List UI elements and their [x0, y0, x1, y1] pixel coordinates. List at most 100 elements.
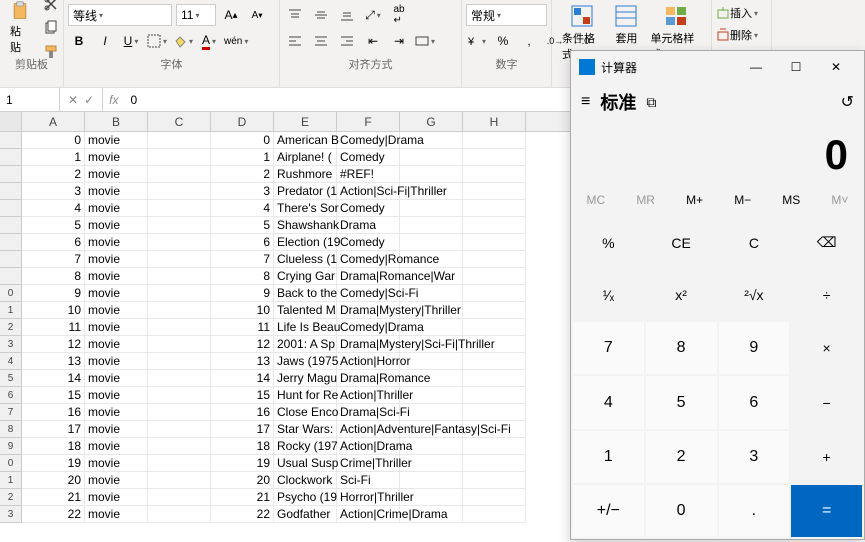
confirm-formula-button[interactable]: ✓ [84, 93, 94, 107]
cell[interactable] [148, 336, 211, 353]
cell[interactable]: Crying Gar [274, 268, 337, 285]
italic-button[interactable]: I [94, 30, 116, 52]
cell[interactable]: Close Enco [274, 404, 337, 421]
cell[interactable]: movie [85, 302, 148, 319]
maximize-button[interactable]: ☐ [776, 51, 816, 83]
cell[interactable]: 19 [211, 455, 274, 472]
row-header[interactable]: 8 [0, 421, 22, 438]
row-header[interactable] [0, 234, 22, 251]
cell[interactable]: 22 [211, 506, 274, 523]
cell[interactable]: Comedy|Drama [337, 132, 400, 149]
delete-cells-button[interactable]: 删除 [716, 24, 758, 46]
cell[interactable] [463, 404, 526, 421]
row-header[interactable]: 1 [0, 472, 22, 489]
cell[interactable]: Life Is Beau [274, 319, 337, 336]
cell[interactable]: 10 [22, 302, 85, 319]
cell[interactable]: movie [85, 387, 148, 404]
row-header[interactable]: 6 [0, 387, 22, 404]
cell[interactable]: 13 [22, 353, 85, 370]
cell[interactable] [463, 217, 526, 234]
memory-m+[interactable]: M+ [678, 189, 711, 211]
cell[interactable]: movie [85, 472, 148, 489]
calculator-titlebar[interactable]: 计算器 — ☐ ✕ [571, 51, 864, 83]
cell[interactable]: 10 [211, 302, 274, 319]
font-name-select[interactable]: 等线 [68, 4, 172, 26]
cell[interactable]: movie [85, 251, 148, 268]
cell[interactable] [463, 370, 526, 387]
cell[interactable]: Drama|Mystery|Thriller [337, 302, 400, 319]
cell[interactable] [148, 319, 211, 336]
cell[interactable]: 2 [22, 166, 85, 183]
cell[interactable]: 9 [22, 285, 85, 302]
cell[interactable]: 11 [22, 319, 85, 336]
cell[interactable]: Action|Drama [337, 438, 400, 455]
cell[interactable] [148, 353, 211, 370]
calc-key-÷[interactable]: ÷ [791, 270, 862, 320]
select-all-corner[interactable] [0, 112, 22, 131]
cell[interactable] [148, 506, 211, 523]
row-header[interactable]: 0 [0, 455, 22, 472]
cell[interactable]: Drama|Romance|War [337, 268, 400, 285]
cell[interactable]: Horror|Thriller [337, 489, 400, 506]
cell[interactable] [463, 489, 526, 506]
percent-button[interactable]: % [492, 30, 514, 52]
font-size-select[interactable]: 11 [176, 4, 216, 26]
cell[interactable]: Clueless (1 [274, 251, 337, 268]
cell[interactable]: 17 [211, 421, 274, 438]
merge-button[interactable] [414, 30, 436, 52]
formula-value[interactable]: 0 [124, 93, 143, 107]
cell[interactable] [148, 472, 211, 489]
cell[interactable]: 15 [22, 387, 85, 404]
cell[interactable]: Sci-Fi [337, 472, 400, 489]
wrap-text-button[interactable]: ab↵ [388, 4, 410, 26]
row-header[interactable]: 9 [0, 438, 22, 455]
calc-key-¹⁄ₓ[interactable]: ¹⁄ₓ [573, 270, 644, 320]
row-header[interactable]: 5 [0, 370, 22, 387]
cell[interactable]: movie [85, 370, 148, 387]
cell[interactable]: Election (19 [274, 234, 337, 251]
row-header[interactable]: 2 [0, 319, 22, 336]
align-left-button[interactable] [284, 30, 306, 52]
cell[interactable] [148, 183, 211, 200]
cell[interactable] [148, 217, 211, 234]
minimize-button[interactable]: — [736, 51, 776, 83]
row-header[interactable] [0, 149, 22, 166]
cell[interactable]: Action|Thriller [337, 387, 400, 404]
border-button[interactable] [146, 30, 168, 52]
cell[interactable]: 9 [211, 285, 274, 302]
cell[interactable]: movie [85, 421, 148, 438]
keep-on-top-icon[interactable]: ⧉ [646, 94, 656, 111]
row-header[interactable] [0, 217, 22, 234]
cell[interactable]: American B [274, 132, 337, 149]
cell[interactable]: Godfather [274, 506, 337, 523]
calc-key-3[interactable]: 3 [719, 431, 790, 483]
history-icon[interactable]: ↺ [841, 92, 854, 112]
calc-key-4[interactable]: 4 [573, 376, 644, 428]
cell[interactable]: movie [85, 506, 148, 523]
comma-button[interactable]: , [518, 30, 540, 52]
cell[interactable]: Jaws (1975 [274, 353, 337, 370]
insert-cells-button[interactable]: 插入 [716, 2, 758, 24]
cell[interactable]: movie [85, 336, 148, 353]
cell[interactable] [463, 200, 526, 217]
calc-key-7[interactable]: 7 [573, 322, 644, 374]
cell[interactable]: 2 [211, 166, 274, 183]
cell[interactable] [463, 472, 526, 489]
cell[interactable]: movie [85, 489, 148, 506]
cell[interactable]: 5 [22, 217, 85, 234]
cell[interactable]: movie [85, 319, 148, 336]
cell[interactable]: Clockwork [274, 472, 337, 489]
row-header[interactable]: 1 [0, 302, 22, 319]
fx-button[interactable]: fx [103, 93, 124, 107]
column-header[interactable]: D [211, 112, 274, 131]
column-header[interactable]: B [85, 112, 148, 131]
cell[interactable]: 4 [22, 200, 85, 217]
align-bottom-button[interactable] [336, 4, 358, 26]
cell[interactable]: Drama|Sci-Fi [337, 404, 400, 421]
cell[interactable]: Psycho (19 [274, 489, 337, 506]
cell[interactable] [148, 200, 211, 217]
cell[interactable]: movie [85, 149, 148, 166]
cell[interactable] [463, 251, 526, 268]
cell[interactable]: 16 [22, 404, 85, 421]
cell[interactable] [463, 387, 526, 404]
